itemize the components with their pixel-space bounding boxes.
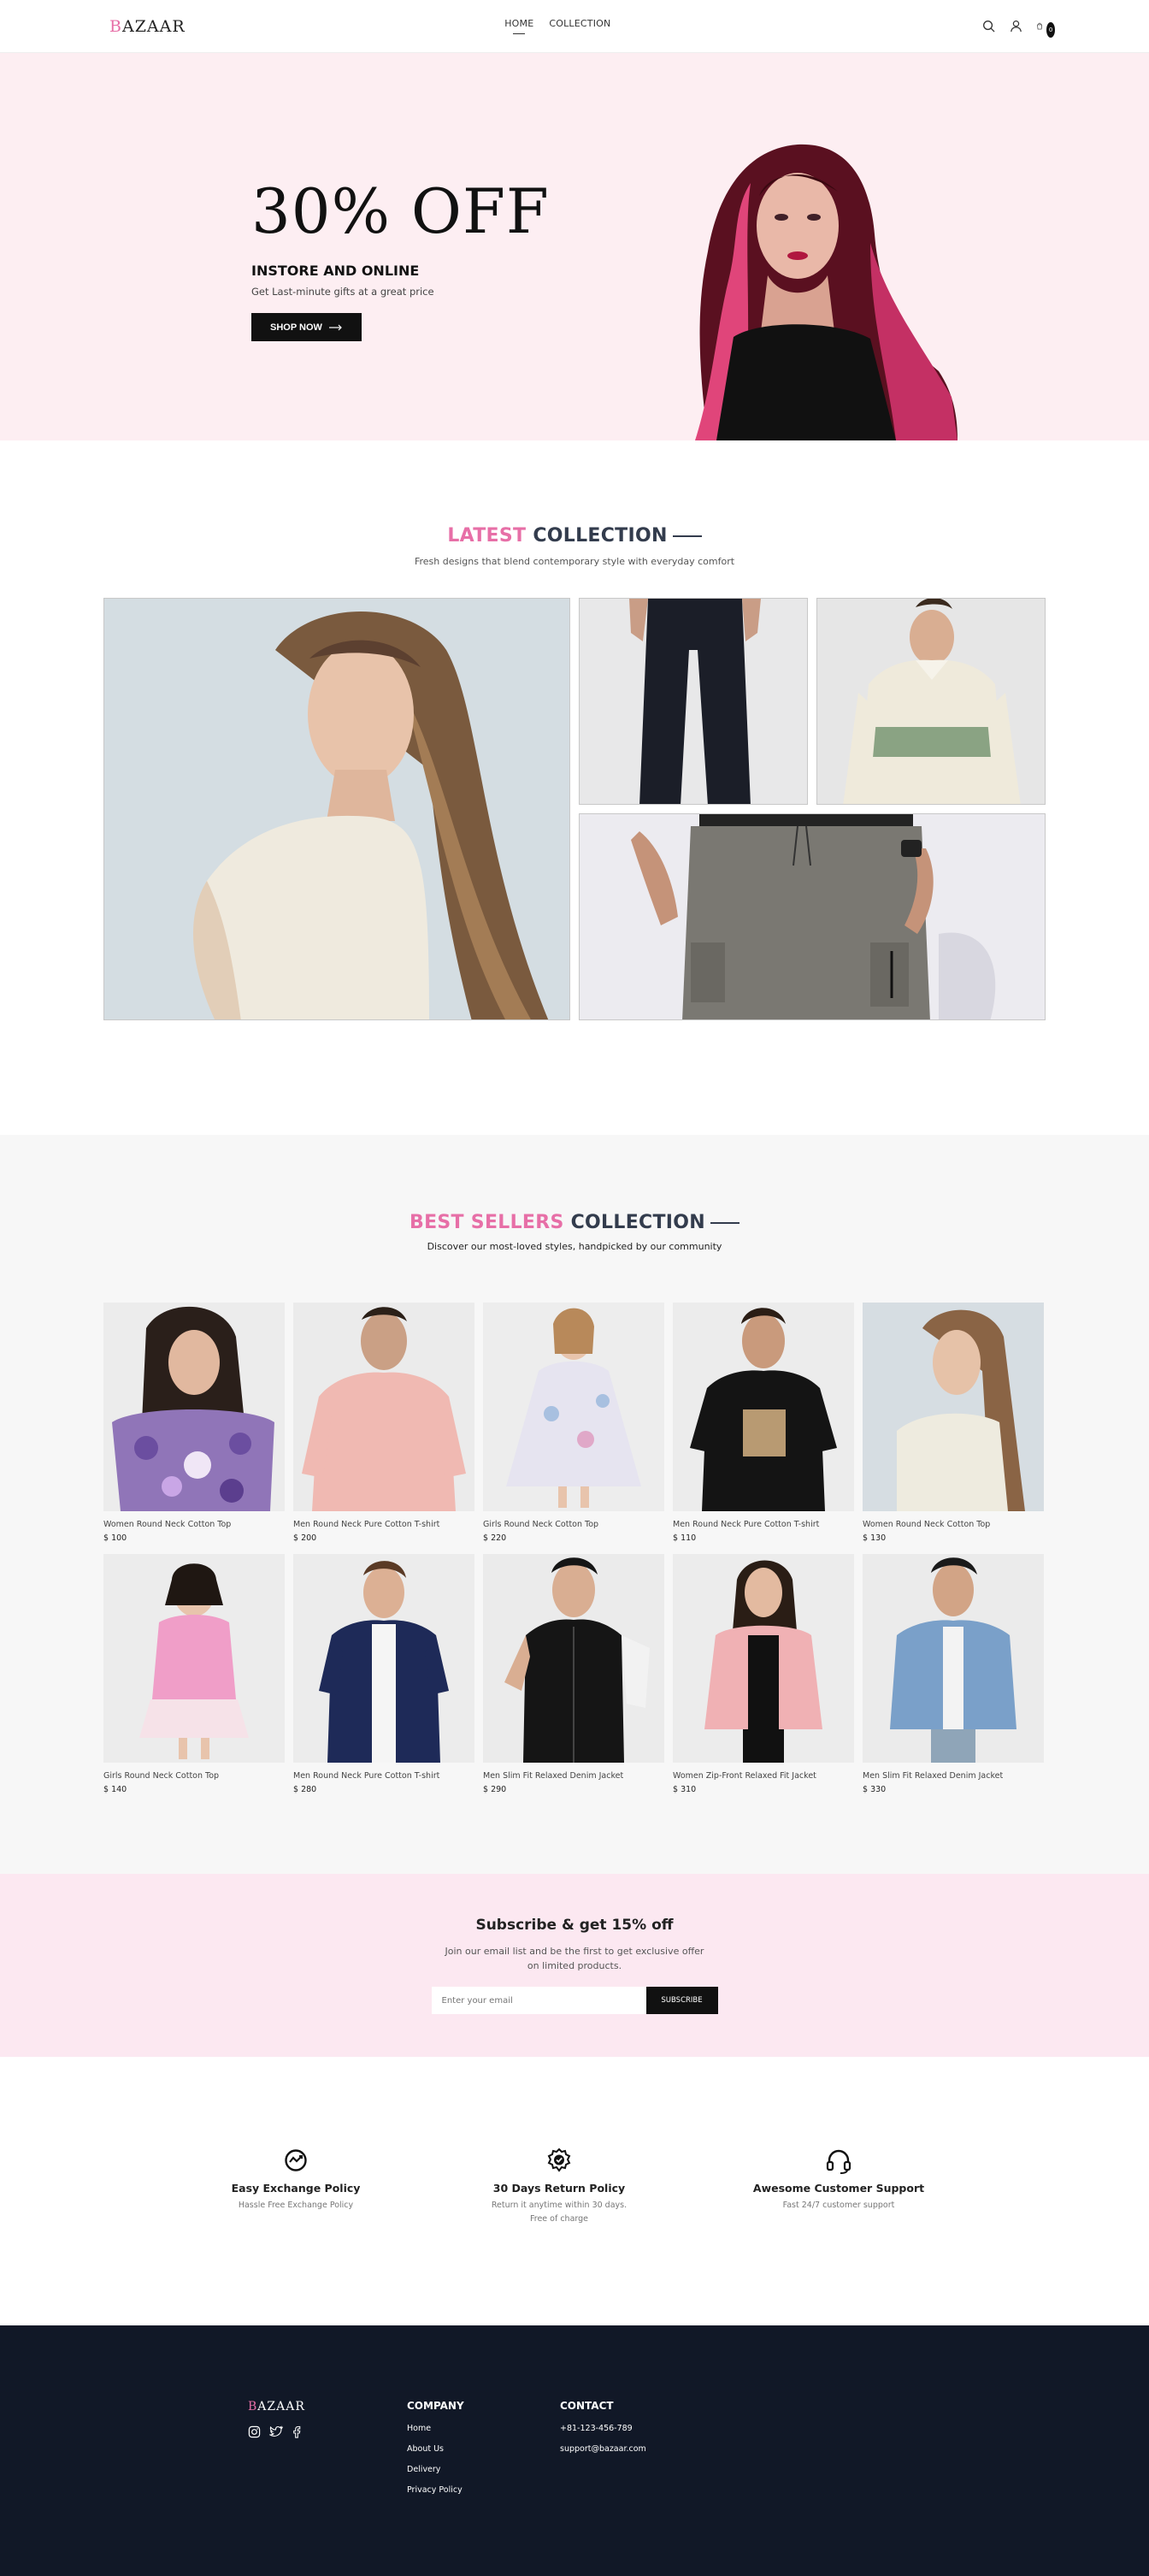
footer-link-about[interactable]: About Us <box>407 2444 464 2454</box>
policy-title: 30 Days Return Policy <box>492 2182 626 2195</box>
footer-contact-title: CONTACT <box>560 2400 614 2412</box>
policy-exchange: Easy Exchange Policy Hassle Free Exchang… <box>193 2148 398 2213</box>
subscribe-line-1: Join our email list and be the first to … <box>445 1946 704 1957</box>
product-image <box>673 1303 854 1511</box>
product-card[interactable]: Men Slim Fit Relaxed Denim Jacket $ 290 <box>483 1554 664 1794</box>
footer-link-privacy[interactable]: Privacy Policy <box>407 2485 464 2495</box>
product-card[interactable]: Women Zip-Front Relaxed Fit Jacket $ 310 <box>673 1554 854 1794</box>
policy-description: Fast 24/7 customer support <box>782 2201 895 2210</box>
social-links <box>248 2425 302 2438</box>
subscribe-button[interactable]: SUBSCRIBE <box>645 1987 718 2014</box>
subscribe-description: Join our email list and be the first to … <box>0 1944 1149 1973</box>
product-card[interactable]: Women Round Neck Cotton Top $ 130 <box>863 1303 1044 1543</box>
latest-description: Fresh designs that blend contemporary st… <box>414 556 735 567</box>
best-title-accent: BEST SELLERS <box>410 1212 564 1233</box>
product-price: $ 130 <box>863 1533 887 1543</box>
best-sellers: BEST SELLERS COLLECTION Discover our mos… <box>0 1135 1149 1874</box>
subscribe-form: SUBSCRIBE <box>431 1987 718 2014</box>
product-name: Women Zip-Front Relaxed Fit Jacket <box>673 1771 816 1781</box>
footer-link-delivery[interactable]: Delivery <box>407 2465 464 2474</box>
product-image <box>863 1303 1044 1511</box>
latest-tile-woman[interactable] <box>103 598 570 1020</box>
footer-logo-initial: B <box>248 2400 258 2414</box>
policy-title: Easy Exchange Policy <box>231 2182 361 2195</box>
footer-logo-text: AZAAR <box>257 2400 305 2414</box>
footer-company: COMPANY Home About Us Delivery Privacy P… <box>407 2400 464 2506</box>
product-card[interactable]: Men Round Neck Pure Cotton T-shirt $ 200 <box>293 1303 474 1543</box>
policies-section: Easy Exchange Policy Hassle Free Exchang… <box>0 2057 1149 2325</box>
product-image <box>483 1554 664 1763</box>
policy-line-2: Free of charge <box>529 2214 589 2224</box>
product-card[interactable]: Girls Round Neck Cotton Top $ 140 <box>103 1554 285 1794</box>
product-card[interactable]: Women Round Neck Cotton Top $ 100 <box>103 1303 285 1543</box>
facebook-icon[interactable] <box>292 2425 302 2438</box>
product-name: Girls Round Neck Cotton Top <box>483 1520 599 1529</box>
email-input[interactable] <box>431 1987 646 2014</box>
product-name: Men Slim Fit Relaxed Denim Jacket <box>483 1771 624 1781</box>
product-price: $ 290 <box>483 1785 507 1794</box>
page: BAZAAR HOME COLLECTION 0 30% OFF INSTORE… <box>0 0 1149 2576</box>
best-description: Discover our most-loved styles, handpick… <box>427 1241 722 1252</box>
footer-email[interactable]: support@bazaar.com <box>560 2444 646 2454</box>
footer-logo[interactable]: BAZAAR <box>248 2400 305 2414</box>
product-name: Girls Round Neck Cotton Top <box>103 1771 220 1781</box>
policy-line-1: Return it anytime within 30 days. <box>491 2201 628 2210</box>
product-price: $ 110 <box>673 1533 697 1543</box>
footer-company-title: COMPANY <box>407 2400 464 2412</box>
best-title-main: COLLECTION <box>570 1212 705 1233</box>
headset-icon <box>826 2149 851 2174</box>
subscribe-title: Subscribe & get 15% off <box>475 1917 674 1934</box>
product-name: Men Slim Fit Relaxed Denim Jacket <box>863 1771 1004 1781</box>
product-price: $ 200 <box>293 1533 317 1543</box>
instagram-icon[interactable] <box>248 2425 261 2438</box>
product-name: Men Round Neck Pure Cotton T-shirt <box>293 1771 440 1781</box>
exchange-icon <box>285 2149 307 2171</box>
subscribe-section: Subscribe & get 15% off Join our email l… <box>0 1874 1149 2057</box>
policy-title: Awesome Customer Support <box>752 2182 925 2195</box>
product-card[interactable]: Girls Round Neck Cotton Top $ 220 <box>483 1303 664 1543</box>
product-price: $ 310 <box>673 1785 697 1794</box>
product-image <box>673 1554 854 1763</box>
product-image <box>293 1554 474 1763</box>
twitter-icon[interactable] <box>269 2425 283 2438</box>
product-price: $ 220 <box>483 1533 507 1543</box>
product-price: $ 140 <box>103 1785 127 1794</box>
policy-description: Hassle Free Exchange Policy <box>238 2201 354 2210</box>
product-price: $ 100 <box>103 1533 127 1543</box>
product-image <box>103 1303 285 1511</box>
policy-description: Return it anytime within 30 days. Free of… <box>457 2199 662 2226</box>
product-image <box>863 1554 1044 1763</box>
footer-contact: CONTACT +81-123-456-789 support@bazaar.c… <box>560 2400 646 2465</box>
title-underline <box>710 1222 739 1224</box>
policy-support: Awesome Customer Support Fast 24/7 custo… <box>736 2148 941 2213</box>
latest-tile-jeans[interactable] <box>579 598 808 805</box>
latest-title: LATEST COLLECTION <box>0 525 1149 547</box>
product-image <box>483 1303 664 1511</box>
product-name: Women Round Neck Cotton Top <box>103 1520 232 1529</box>
product-price: $ 280 <box>293 1785 317 1794</box>
product-card[interactable]: Men Round Neck Pure Cotton T-shirt $ 280 <box>293 1554 474 1794</box>
latest-tile-sweater[interactable] <box>816 598 1046 805</box>
latest-title-main: COLLECTION <box>533 525 668 547</box>
site-footer: BAZAAR COMPANY Home About Us Delivery Pr… <box>0 2325 1149 2576</box>
quality-badge-icon <box>547 2148 571 2172</box>
best-title: BEST SELLERS COLLECTION <box>0 1212 1149 1233</box>
title-underline <box>672 535 702 537</box>
latest-title-accent: LATEST <box>447 525 527 547</box>
footer-link-home[interactable]: Home <box>407 2424 464 2433</box>
product-image <box>103 1554 285 1763</box>
footer-phone[interactable]: +81-123-456-789 <box>560 2424 646 2433</box>
product-name: Women Round Neck Cotton Top <box>863 1520 991 1529</box>
product-name: Men Round Neck Pure Cotton T-shirt <box>293 1520 440 1529</box>
product-card[interactable]: Men Slim Fit Relaxed Denim Jacket $ 330 <box>863 1554 1044 1794</box>
subscribe-line-2: on limited products. <box>527 1960 622 1971</box>
product-image <box>293 1303 474 1511</box>
product-name: Men Round Neck Pure Cotton T-shirt <box>673 1520 820 1529</box>
product-card[interactable]: Men Round Neck Pure Cotton T-shirt $ 110 <box>673 1303 854 1543</box>
policy-return: 30 Days Return Policy Return it anytime … <box>457 2148 662 2226</box>
product-price: $ 330 <box>863 1785 887 1794</box>
latest-tile-cargo[interactable] <box>579 813 1046 1020</box>
